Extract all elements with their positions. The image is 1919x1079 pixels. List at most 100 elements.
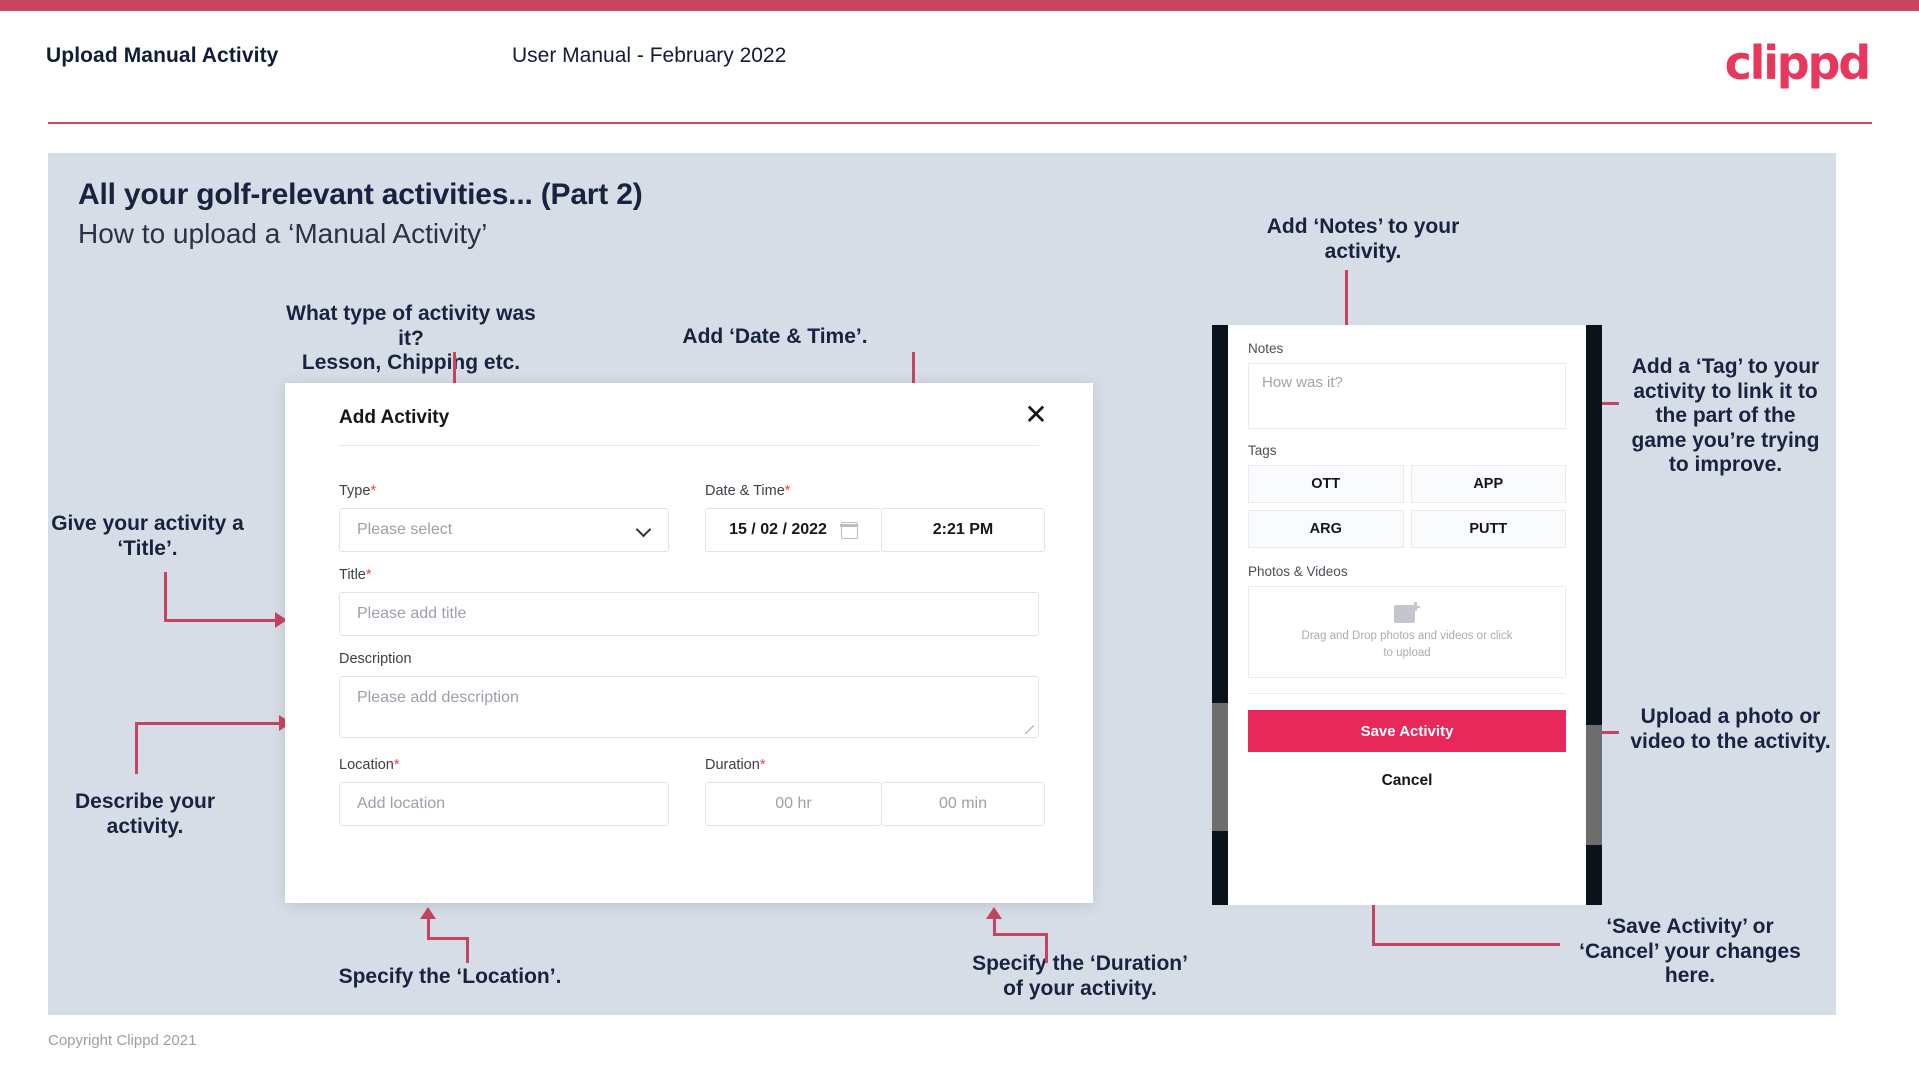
- mobile-dropzone-text: Drag and Drop photos and videos or click…: [1301, 630, 1513, 659]
- connector-notes-v1: [1345, 270, 1348, 332]
- type-select[interactable]: Please select: [339, 508, 669, 552]
- duration-hours-input[interactable]: 00 hr: [705, 782, 881, 826]
- phone-screen: Notes How was it? Tags OTT APP ARG PUTT …: [1228, 325, 1586, 905]
- description-placeholder: Please add description: [357, 689, 519, 706]
- top-accent-bar: [0, 0, 1919, 11]
- connector-loc-v2: [427, 918, 430, 938]
- annotation-description: Describe your activity.: [74, 790, 216, 838]
- connector-loc-arrow: [420, 907, 436, 919]
- type-field-group: Type* Please select: [339, 483, 669, 552]
- mobile-notes-label: Notes: [1248, 341, 1284, 356]
- connector-dur-v1: [1045, 933, 1048, 963]
- connector-save-h: [1372, 943, 1560, 946]
- annotation-upload: Upload a photo or video to the activity.: [1630, 705, 1831, 753]
- mobile-notes-input[interactable]: How was it?: [1248, 363, 1566, 429]
- tag-app-button[interactable]: APP: [1410, 465, 1566, 503]
- mobile-notes-placeholder: How was it?: [1262, 374, 1343, 391]
- phone-mockup: Notes How was it? Tags OTT APP ARG PUTT …: [1212, 325, 1602, 905]
- close-icon[interactable]: ✕: [1019, 399, 1053, 433]
- calendar-icon[interactable]: [840, 521, 858, 539]
- header-divider: [48, 122, 1872, 124]
- mobile-photos-label: Photos & Videos: [1248, 564, 1348, 579]
- connector-title-v: [164, 572, 167, 622]
- copyright-text: Copyright Clippd 2021: [48, 1032, 197, 1049]
- description-field-group: Description Please add description: [339, 651, 1039, 738]
- duration-label-text: Duration: [705, 757, 760, 773]
- page-title: Upload Manual Activity: [46, 44, 279, 67]
- cancel-button[interactable]: Cancel: [1248, 772, 1566, 790]
- type-select-value: Please select: [357, 521, 453, 538]
- page-subtitle: User Manual - February 2022: [512, 44, 787, 67]
- annotation-type: What type of activity was it? Lesson, Ch…: [286, 302, 536, 375]
- clippd-logo: clippd: [1724, 36, 1872, 90]
- annotation-location: Specify the ‘Location’.: [338, 965, 562, 988]
- dialog-divider: [339, 445, 1039, 446]
- phone-volume-button-right: [1586, 725, 1602, 845]
- title-input[interactable]: Please add title: [339, 592, 1039, 636]
- tag-putt-button[interactable]: PUTT: [1410, 510, 1566, 548]
- phone-volume-button-left: [1212, 703, 1228, 831]
- annotation-save: ‘Save Activity’ or ‘Cancel’ your changes…: [1579, 915, 1801, 988]
- type-label: Type*: [339, 483, 669, 499]
- title-label: Title*: [339, 567, 1039, 583]
- duration-required-star: *: [759, 757, 766, 773]
- type-required-star: *: [370, 483, 377, 499]
- connector-loc-v1: [466, 937, 469, 963]
- duration-hours-value: 00 hr: [775, 795, 812, 812]
- datetime-inputs: 15 / 02 / 2022 2:21 PM: [705, 508, 1045, 552]
- connector-desc-v: [135, 722, 138, 774]
- connector-loc-h: [427, 937, 469, 940]
- location-required-star: *: [393, 757, 400, 773]
- annotation-notes: Add ‘Notes’ to your activity.: [1266, 215, 1460, 263]
- title-placeholder: Please add title: [357, 605, 467, 622]
- description-textarea[interactable]: Please add description: [339, 676, 1039, 738]
- annotation-title: Give your activity a ‘Title’.: [51, 512, 244, 560]
- row-location-duration: Location* Add location Duration* 00 hr 0…: [339, 757, 1045, 826]
- connector-title-h: [164, 619, 278, 622]
- time-value: 2:21 PM: [932, 521, 994, 538]
- connector-dur-v2: [993, 918, 996, 935]
- row-type-datetime: Type* Please select Date & Time* 15 / 02…: [339, 483, 1045, 552]
- tag-arg-button[interactable]: ARG: [1248, 510, 1404, 548]
- chevron-down-icon: [637, 523, 651, 537]
- location-input[interactable]: Add location: [339, 782, 669, 826]
- duration-inputs: 00 hr 00 min: [705, 782, 1045, 826]
- image-upload-icon: [1394, 602, 1420, 624]
- type-label-text: Type: [339, 483, 371, 499]
- datetime-required-star: *: [784, 483, 791, 499]
- title-field-group: Title* Please add title: [339, 567, 1039, 636]
- date-value: 15 / 02 / 2022: [729, 521, 827, 538]
- annotation-datetime: Add ‘Date & Time’.: [682, 325, 868, 348]
- location-label: Location*: [339, 757, 669, 773]
- time-input[interactable]: 2:21 PM: [881, 508, 1045, 552]
- title-label-text: Title: [339, 567, 366, 583]
- duration-minutes-input[interactable]: 00 min: [881, 782, 1045, 826]
- annotation-duration: Specify the ‘Duration’ of your activity.: [972, 952, 1188, 1000]
- mobile-dropzone[interactable]: Drag and Drop photos and videos or click…: [1248, 586, 1566, 678]
- location-placeholder: Add location: [357, 795, 446, 812]
- mobile-tags-label: Tags: [1248, 443, 1277, 458]
- datetime-label: Date & Time*: [705, 483, 1045, 499]
- date-input[interactable]: 15 / 02 / 2022: [705, 508, 881, 552]
- duration-minutes-value: 00 min: [938, 795, 988, 812]
- title-required-star: *: [365, 567, 372, 583]
- duration-label: Duration*: [705, 757, 1045, 773]
- connector-dur-arrow: [986, 907, 1002, 919]
- annotation-tags: Add a ‘Tag’ to your activity to link it …: [1631, 355, 1820, 477]
- tag-ott-button[interactable]: OTT: [1248, 465, 1404, 503]
- connector-dur-h: [993, 933, 1048, 936]
- dialog-header: Add Activity ✕: [285, 383, 1093, 445]
- dialog-title: Add Activity: [339, 407, 450, 428]
- mobile-divider: [1248, 693, 1566, 694]
- mobile-tags-grid: OTT APP ARG PUTT: [1248, 465, 1566, 548]
- location-field-group: Location* Add location: [339, 757, 669, 826]
- image-icon-plus: [1411, 602, 1420, 612]
- add-activity-dialog: Add Activity ✕ Type* Please select Date …: [285, 383, 1093, 903]
- slide-heading: All your golf-relevant activities... (Pa…: [78, 178, 643, 211]
- description-label: Description: [339, 651, 1039, 667]
- connector-desc-h: [135, 722, 282, 725]
- location-label-text: Location: [339, 757, 394, 773]
- datetime-label-text: Date & Time: [705, 483, 785, 499]
- save-activity-button[interactable]: Save Activity: [1248, 710, 1566, 752]
- duration-field-group: Duration* 00 hr 00 min: [705, 757, 1045, 826]
